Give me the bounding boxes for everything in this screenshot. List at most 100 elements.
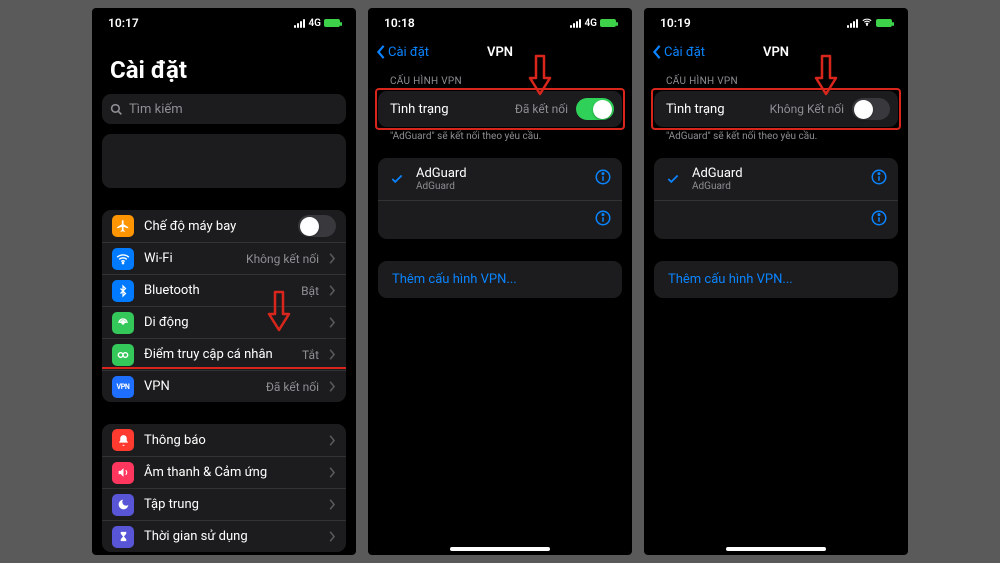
- statusbar: 10:17 4G: [92, 8, 356, 38]
- airplane-label: Chế độ máy bay: [144, 219, 288, 234]
- phone-screen-settings: 10:17 4G Cài đặt Tìm kiếm Chế độ máy bay: [92, 8, 356, 555]
- vpn-config-row-empty[interactable]: [654, 200, 898, 239]
- info-icon[interactable]: [594, 209, 612, 231]
- status-time: 10:17: [108, 16, 139, 30]
- check-icon: [388, 172, 406, 186]
- chevron-icon: [329, 249, 336, 268]
- status-value: Không Kết nối: [770, 102, 844, 116]
- row-hotspot[interactable]: Điểm truy cập cá nhân Tắt: [102, 338, 346, 370]
- chevron-icon: [329, 377, 336, 396]
- hotspot-icon: [112, 344, 134, 366]
- group-connectivity: Chế độ máy bay Wi-Fi Không kết nối Bluet…: [102, 210, 346, 402]
- status-value: Đã kết nối: [515, 102, 568, 116]
- nav-header: Cài đặt VPN: [368, 38, 632, 66]
- airplane-icon: [112, 215, 134, 237]
- section-header: CẤU HÌNH VPN: [378, 66, 622, 91]
- config-sub: AdGuard: [416, 181, 584, 192]
- bell-icon: [112, 429, 134, 451]
- row-wifi[interactable]: Wi-Fi Không kết nối: [102, 242, 346, 274]
- chevron-icon: [329, 463, 336, 482]
- nav-title: VPN: [487, 45, 513, 60]
- cellular-label: Di động: [144, 315, 319, 330]
- back-label: Cài đặt: [664, 45, 705, 60]
- config-name: AdGuard: [416, 166, 584, 181]
- wifi-icon: [861, 17, 873, 30]
- signal-icon: [570, 19, 581, 28]
- vpn-label: VPN: [144, 379, 256, 394]
- section-header: CẤU HÌNH VPN: [654, 66, 898, 91]
- phone-screen-vpn-on: 10:18 4G Cài đặt VPN CẤU HÌNH VPN Tình t…: [368, 8, 632, 555]
- bluetooth-value: Bật: [301, 284, 319, 298]
- battery-icon: [876, 19, 892, 27]
- chevron-icon: [329, 495, 336, 514]
- group-notifications: Thông báo Âm thanh & Cảm ứng Tập trung: [102, 424, 346, 552]
- search-input[interactable]: Tìm kiếm: [102, 94, 346, 124]
- bluetooth-label: Bluetooth: [144, 283, 291, 298]
- signal-icon: [294, 19, 305, 28]
- row-sounds[interactable]: Âm thanh & Cảm ứng: [102, 456, 346, 488]
- status-time: 10:19: [660, 16, 691, 30]
- moon-icon: [112, 494, 134, 516]
- row-notifications[interactable]: Thông báo: [102, 424, 346, 456]
- signal-icon: [847, 19, 858, 28]
- network-label: 4G: [584, 18, 597, 29]
- sounds-label: Âm thanh & Cảm ứng: [144, 465, 319, 480]
- hourglass-icon: [112, 526, 134, 548]
- home-indicator[interactable]: [726, 547, 826, 551]
- chevron-icon: [329, 281, 336, 300]
- row-airplane[interactable]: Chế độ máy bay: [102, 210, 346, 242]
- config-name: AdGuard: [692, 166, 860, 181]
- phone-screen-vpn-off: 10:19 Cài đặt VPN CẤU HÌNH VPN Tình trạn…: [644, 8, 908, 555]
- chevron-icon: [329, 527, 336, 546]
- vpn-status-row[interactable]: Tình trạng Không Kết nối: [654, 91, 898, 127]
- row-focus[interactable]: Tập trung: [102, 488, 346, 520]
- screentime-label: Thời gian sử dụng: [144, 529, 319, 544]
- row-screentime[interactable]: Thời gian sử dụng: [102, 520, 346, 552]
- airplane-toggle[interactable]: [298, 215, 336, 237]
- back-label: Cài đặt: [388, 45, 429, 60]
- home-indicator[interactable]: [450, 547, 550, 551]
- info-icon[interactable]: [594, 168, 612, 190]
- config-sub: AdGuard: [692, 181, 860, 192]
- battery-icon: [324, 19, 340, 27]
- battery-icon: [600, 19, 616, 27]
- vpn-config-row[interactable]: AdGuard AdGuard: [378, 158, 622, 200]
- vpn-config-list: AdGuard AdGuard: [654, 158, 898, 239]
- row-vpn[interactable]: VPN VPN Đã kết nối: [102, 370, 346, 402]
- page-title: Cài đặt: [102, 38, 346, 94]
- hotspot-value: Tắt: [302, 348, 319, 362]
- vpn-toggle[interactable]: [852, 98, 890, 120]
- chevron-icon: [329, 313, 336, 332]
- statusbar: 10:19: [644, 8, 908, 38]
- vpn-toggle[interactable]: [576, 98, 614, 120]
- nav-header: Cài đặt VPN: [644, 38, 908, 66]
- wifi-value: Không kết nối: [246, 252, 319, 266]
- apple-id-card[interactable]: [102, 134, 346, 188]
- footnote: "AdGuard" sẽ kết nối theo yêu cầu.: [654, 127, 898, 142]
- chevron-icon: [329, 431, 336, 450]
- notifications-label: Thông báo: [144, 433, 319, 448]
- check-icon: [664, 172, 682, 186]
- add-vpn-button[interactable]: Thêm cấu hình VPN...: [378, 261, 622, 298]
- status-time: 10:18: [384, 16, 415, 30]
- back-button[interactable]: Cài đặt: [652, 45, 705, 60]
- vpn-config-list: AdGuard AdGuard: [378, 158, 622, 239]
- search-placeholder: Tìm kiếm: [129, 102, 183, 117]
- vpn-status-row[interactable]: Tình trạng Đã kết nối: [378, 91, 622, 127]
- status-label: Tình trạng: [666, 102, 725, 117]
- nav-title: VPN: [763, 45, 789, 60]
- vpn-config-row-empty[interactable]: [378, 200, 622, 239]
- vpn-config-row[interactable]: AdGuard AdGuard: [654, 158, 898, 200]
- wifi-label: Wi-Fi: [144, 251, 236, 266]
- add-vpn-button[interactable]: Thêm cấu hình VPN...: [654, 261, 898, 298]
- statusbar: 10:18 4G: [368, 8, 632, 38]
- footnote: "AdGuard" sẽ kết nối theo yêu cầu.: [378, 127, 622, 142]
- back-button[interactable]: Cài đặt: [376, 45, 429, 60]
- row-cellular[interactable]: Di động: [102, 306, 346, 338]
- info-icon[interactable]: [870, 168, 888, 190]
- search-icon: [110, 103, 123, 116]
- info-icon[interactable]: [870, 209, 888, 231]
- row-bluetooth[interactable]: Bluetooth Bật: [102, 274, 346, 306]
- status-label: Tình trạng: [390, 102, 449, 117]
- vpn-icon: VPN: [112, 376, 134, 398]
